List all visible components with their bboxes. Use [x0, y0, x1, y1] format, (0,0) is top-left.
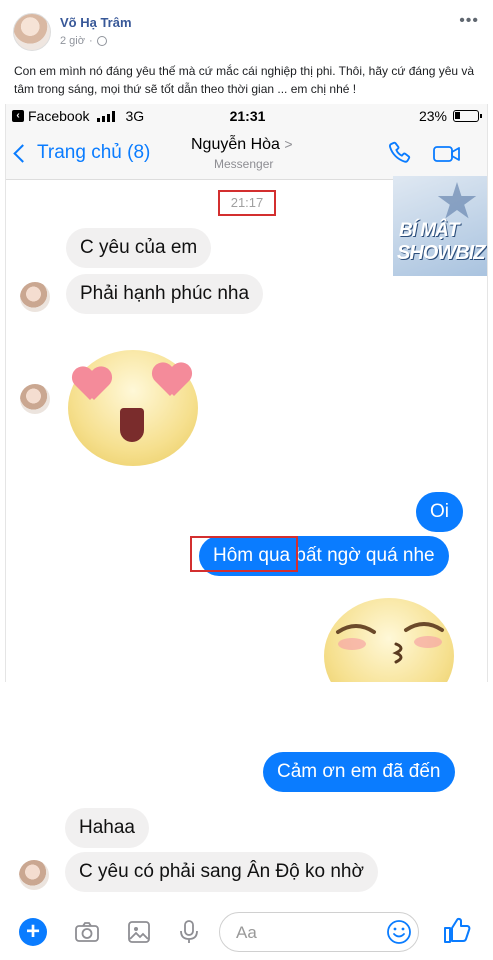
- more-options-button[interactable]: •••: [459, 12, 479, 30]
- message-incoming[interactable]: C yêu có phải sang Ân Độ ko nhờ: [65, 852, 378, 892]
- back-chevron-icon: [13, 143, 32, 163]
- messenger-screenshot-bottom: Cảm ơn em đã đến Hahaa C yêu có phải san…: [5, 682, 488, 960]
- message-outgoing[interactable]: Cảm ơn em đã đến: [263, 752, 455, 792]
- plus-button[interactable]: +: [19, 918, 47, 946]
- contact-avatar[interactable]: [19, 860, 49, 890]
- watermark-logo: BÍ MẬT SHOWBIZ: [393, 176, 487, 276]
- video-icon[interactable]: [432, 142, 462, 166]
- contact-avatar[interactable]: [20, 384, 50, 414]
- messenger-nav: Trang chủ (8) Nguyễn Hòa > Messenger: [6, 130, 487, 180]
- blush-face-icon: [336, 622, 444, 664]
- message-input-placeholder: Aa: [236, 923, 257, 942]
- phone-icon[interactable]: [386, 140, 414, 168]
- post-time[interactable]: 2 giờ: [60, 35, 85, 47]
- conversation-title[interactable]: Nguyễn Hòa >: [191, 136, 293, 154]
- ios-status-bar: ‹ Facebook 3G 21:31 23%: [6, 104, 487, 130]
- image-icon[interactable]: [125, 918, 153, 946]
- title-chevron-icon: >: [284, 136, 293, 152]
- back-label: Trang chủ (8): [37, 142, 151, 163]
- star-icon: [437, 182, 477, 219]
- post-text: Con em mình nó đáng yêu thế mà cứ mắc cá…: [14, 64, 475, 96]
- battery-icon: [453, 110, 482, 122]
- like-icon[interactable]: [441, 914, 473, 946]
- globe-icon: [96, 36, 107, 46]
- message-outgoing[interactable]: Oi: [416, 492, 463, 532]
- author-avatar[interactable]: [13, 13, 51, 51]
- status-time: 21:31: [229, 108, 266, 124]
- chat-timestamp: 21:17: [218, 190, 276, 216]
- blushing-kiss-sticker[interactable]: [324, 598, 454, 682]
- heart-eyes-sticker[interactable]: [68, 350, 198, 466]
- back-button[interactable]: Trang chủ (8): [13, 142, 151, 164]
- message-input[interactable]: Aa: [219, 912, 419, 952]
- mouth-shape: [120, 408, 144, 442]
- post-author[interactable]: Võ Hạ Trâm: [60, 15, 132, 30]
- camera-icon[interactable]: [73, 918, 101, 946]
- messenger-screenshot: ‹ Facebook 3G 21:31 23% Trang chủ (8) Ng…: [5, 104, 488, 682]
- post-meta: 2 giờ ·: [60, 35, 107, 47]
- mic-icon[interactable]: [175, 918, 203, 946]
- heart-icon: [152, 364, 192, 398]
- message-incoming[interactable]: C yêu của em: [66, 228, 212, 268]
- facebook-post-header: Võ Hạ Trâm 2 giờ · ••• Con em mình nó đá…: [0, 0, 493, 104]
- message-composer: + Aa: [5, 904, 488, 960]
- status-battery: 23%: [418, 108, 447, 124]
- conversation-subtitle: Messenger: [214, 157, 274, 171]
- smile-icon[interactable]: [386, 919, 412, 945]
- annotation-highlight: [190, 536, 298, 572]
- contact-avatar[interactable]: [20, 282, 50, 312]
- heart-icon: [72, 368, 112, 402]
- message-incoming[interactable]: Hahaa: [65, 808, 149, 848]
- message-incoming[interactable]: Phải hạnh phúc nha: [66, 274, 264, 314]
